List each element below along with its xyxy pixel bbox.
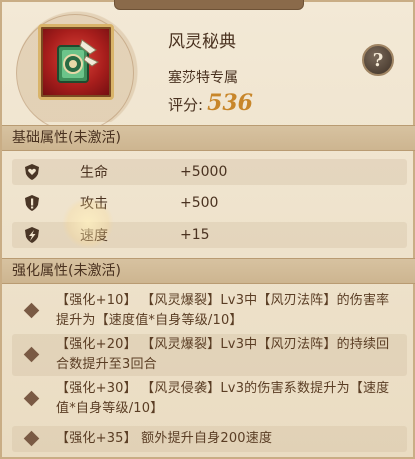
score-value: 536: [207, 90, 253, 116]
enhance-text-10: 【强化+10】 【风灵爆裂】Lv3中【风刃法阵】的伤害率提升为【速度值*自身等级…: [56, 293, 390, 328]
item-name: 风灵秘典: [168, 32, 236, 52]
item-detail-panel: 风灵秘典 塞莎特专属 评分: 536 ? 基础属性(未激活) 生命 +5000 …: [0, 0, 415, 459]
enhance-text-35: 【强化+35】 额外提升自身200速度: [56, 431, 273, 446]
sparkle-glow: [62, 197, 114, 249]
stat-label-hp: 生命: [80, 165, 108, 181]
diamond-bullet-icon: [23, 430, 40, 447]
heart-shield-icon: [22, 162, 42, 182]
enhance-row-20: 【强化+20】 【风灵爆裂】Lv3中【风刃法阵】的持续回合数提升至3回合: [12, 334, 407, 376]
diamond-bullet-icon: [23, 346, 40, 363]
enhance-row-35: 【强化+35】 额外提升自身200速度: [12, 426, 407, 452]
stat-value-hp: +5000: [180, 164, 228, 180]
score-label: 评分:: [168, 96, 204, 114]
enhance-attributes-header: 强化属性(未激活): [2, 258, 415, 284]
basic-attributes-header: 基础属性(未激活): [2, 125, 415, 151]
enhance-row-10: 【强化+10】 【风灵爆裂】Lv3中【风刃法阵】的伤害率提升为【速度值*自身等级…: [12, 289, 407, 333]
question-mark-icon: ?: [372, 49, 384, 71]
score-row: 评分: 536: [168, 90, 253, 116]
stat-value-speed: +15: [180, 227, 210, 243]
help-button[interactable]: ?: [362, 44, 394, 76]
enhance-text-30: 【强化+30】 【风灵侵袭】Lv3的伤害系数提升为【速度值*自身等级/10】: [56, 381, 390, 416]
exclamation-shield-icon: [22, 193, 42, 213]
diamond-bullet-icon: [23, 390, 40, 407]
wind-spirit-tome-icon: [57, 39, 99, 83]
stat-value-attack: +500: [180, 195, 219, 211]
diamond-bullet-icon: [23, 302, 40, 319]
stat-row-hp: 生命 +5000: [12, 159, 407, 185]
enhance-text-20: 【强化+20】 【风灵爆裂】Lv3中【风刃法阵】的持续回合数提升至3回合: [56, 337, 390, 372]
enhance-row-30: 【强化+30】 【风灵侵袭】Lv3的伤害系数提升为【速度值*自身等级/10】: [12, 378, 407, 420]
item-owner: 塞莎特专属: [168, 70, 238, 86]
speed-shield-icon: [22, 225, 42, 245]
